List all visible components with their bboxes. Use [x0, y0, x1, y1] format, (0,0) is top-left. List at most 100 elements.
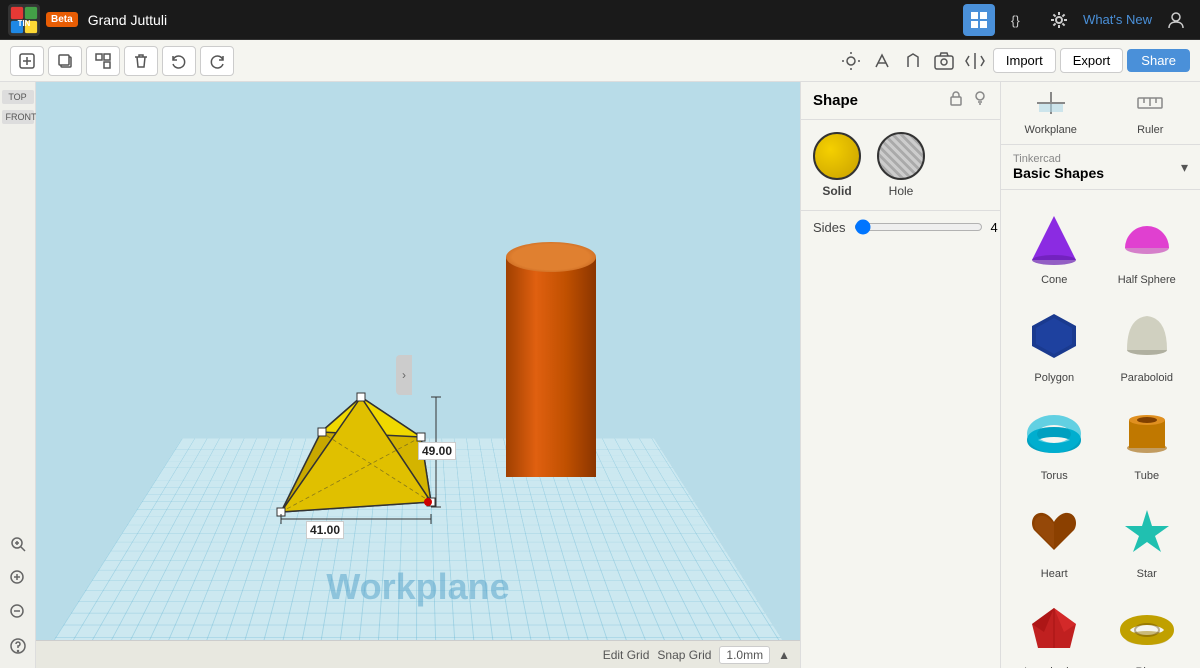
snap-grid-label: Snap Grid	[657, 648, 711, 662]
workplane-tool[interactable]: Workplane	[1001, 82, 1101, 144]
height-dimension: 49.00	[418, 442, 456, 460]
view-front-icon[interactable]	[899, 47, 927, 75]
nav-icons: {} What's New	[963, 4, 1192, 36]
polygon-label: Polygon	[1034, 372, 1074, 384]
mirror-icon[interactable]	[961, 47, 989, 75]
half-sphere-label: Half Sphere	[1118, 274, 1176, 286]
hole-button[interactable]	[877, 132, 925, 180]
cylinder-object[interactable]	[506, 242, 596, 482]
cone-icon	[1022, 206, 1086, 270]
tube-label: Tube	[1134, 470, 1159, 482]
front-view-label[interactable]: FRONT	[2, 110, 34, 124]
view-top-icon[interactable]	[868, 47, 896, 75]
shape-item-half-sphere[interactable]: Half Sphere	[1102, 198, 1193, 294]
right-panel: Workplane Ruler Tinkercad Basic Shapes ▾	[1000, 82, 1200, 668]
group-button[interactable]	[86, 46, 120, 76]
sides-slider[interactable]	[854, 219, 983, 235]
new-object-button[interactable]	[10, 46, 44, 76]
cylinder-top	[506, 242, 596, 272]
camera-icon[interactable]	[930, 47, 958, 75]
hole-label: Hole	[889, 184, 914, 198]
code-view-button[interactable]: {}	[1003, 4, 1035, 36]
tube-icon	[1115, 402, 1179, 466]
zoom-fit-button[interactable]	[4, 530, 32, 558]
cone-label: Cone	[1041, 274, 1067, 286]
solid-label: Solid	[822, 184, 851, 198]
sides-value: 4	[991, 220, 998, 235]
edit-grid-label[interactable]: Edit Grid	[603, 648, 650, 662]
solid-button[interactable]	[813, 132, 861, 180]
panel-collapse-handle[interactable]: ›	[396, 355, 412, 395]
viewport-status-bar: Edit Grid Snap Grid 1.0mm ▲	[36, 640, 800, 668]
torus-icon	[1022, 402, 1086, 466]
shapes-library-header: Tinkercad Basic Shapes ▾	[1001, 145, 1200, 190]
zoom-out-button[interactable]	[4, 598, 32, 626]
panel-tools: Workplane Ruler	[1001, 82, 1200, 145]
paraboloid-icon	[1115, 304, 1179, 368]
view-home-icon[interactable]	[837, 47, 865, 75]
shape-item-paraboloid[interactable]: Paraboloid	[1102, 296, 1193, 392]
pyramid-svg	[276, 357, 441, 527]
top-view-label[interactable]: TOP	[2, 90, 34, 104]
shape-item-heart[interactable]: Heart	[1009, 492, 1100, 588]
shape-item-ring[interactable]: Ring	[1102, 590, 1193, 668]
shape-item-cone[interactable]: Cone	[1009, 198, 1100, 294]
width-dimension: 41.00	[306, 521, 344, 539]
paraboloid-label: Paraboloid	[1120, 372, 1173, 384]
ruler-tool[interactable]: Ruler	[1101, 82, 1200, 144]
half-sphere-icon	[1115, 206, 1179, 270]
pyramid-object[interactable]: 49.00 41.00	[276, 357, 436, 527]
toolbar: Import Export Share	[0, 40, 1200, 82]
workplane-label: Workplane	[1025, 124, 1077, 136]
shape-panel: Shape Solid Hole Sides 4	[800, 82, 1000, 668]
shape-type-options: Solid Hole	[801, 120, 1000, 210]
lock-icon[interactable]	[948, 90, 964, 111]
cylinder-body	[506, 257, 596, 477]
help-button[interactable]	[4, 632, 32, 660]
shape-panel-title: Shape	[813, 92, 940, 109]
hole-option[interactable]: Hole	[877, 132, 925, 198]
settings-button[interactable]	[1043, 4, 1075, 36]
ruler-label: Ruler	[1137, 124, 1163, 136]
shape-item-icosahedron[interactable]: Icosahedron	[1009, 590, 1100, 668]
shapes-grid: Cone Half Sphere Polygon	[1001, 190, 1200, 668]
svg-text:{}: {}	[1011, 13, 1020, 28]
snap-grid-arrow[interactable]: ▲	[778, 648, 790, 662]
view-toolbar-group	[837, 47, 989, 75]
ruler-icon	[1136, 92, 1164, 120]
shape-panel-header: Shape	[801, 82, 1000, 120]
whats-new-link[interactable]: What's New	[1083, 12, 1152, 27]
shape-item-tube[interactable]: Tube	[1102, 394, 1193, 490]
ring-icon	[1115, 598, 1179, 662]
duplicate-button[interactable]	[48, 46, 82, 76]
torus-label: Torus	[1041, 470, 1068, 482]
heart-label: Heart	[1041, 568, 1068, 580]
sides-control-row: Sides 4	[801, 210, 1000, 243]
viewport[interactable]: Workplane	[36, 82, 800, 668]
snap-grid-value[interactable]: 1.0mm	[719, 646, 770, 664]
shapes-source-label: Tinkercad	[1013, 153, 1177, 165]
import-button[interactable]: Import	[993, 48, 1056, 73]
shape-item-torus[interactable]: Torus	[1009, 394, 1100, 490]
workplane-icon	[1037, 92, 1065, 120]
app-logo: TIN	[8, 4, 40, 36]
left-sidebar: TOP FRONT	[0, 82, 36, 668]
shapes-dropdown-icon[interactable]: ▾	[1181, 159, 1188, 176]
zoom-in-button[interactable]	[4, 564, 32, 592]
project-name[interactable]: Grand Juttuli	[88, 12, 167, 28]
user-button[interactable]	[1160, 4, 1192, 36]
redo-button[interactable]	[200, 46, 234, 76]
undo-button[interactable]	[162, 46, 196, 76]
shapes-category-label: Basic Shapes	[1013, 165, 1177, 181]
solid-option[interactable]: Solid	[813, 132, 861, 198]
star-label: Star	[1137, 568, 1157, 580]
shape-item-polygon[interactable]: Polygon	[1009, 296, 1100, 392]
grid-view-button[interactable]	[963, 4, 995, 36]
heart-icon	[1022, 500, 1086, 564]
export-button[interactable]: Export	[1060, 48, 1124, 73]
share-button[interactable]: Share	[1127, 49, 1190, 72]
bulb-icon[interactable]	[972, 90, 988, 111]
delete-button[interactable]	[124, 46, 158, 76]
shape-item-star[interactable]: Star	[1102, 492, 1193, 588]
main-area: TOP FRONT Workplane	[0, 82, 1200, 668]
